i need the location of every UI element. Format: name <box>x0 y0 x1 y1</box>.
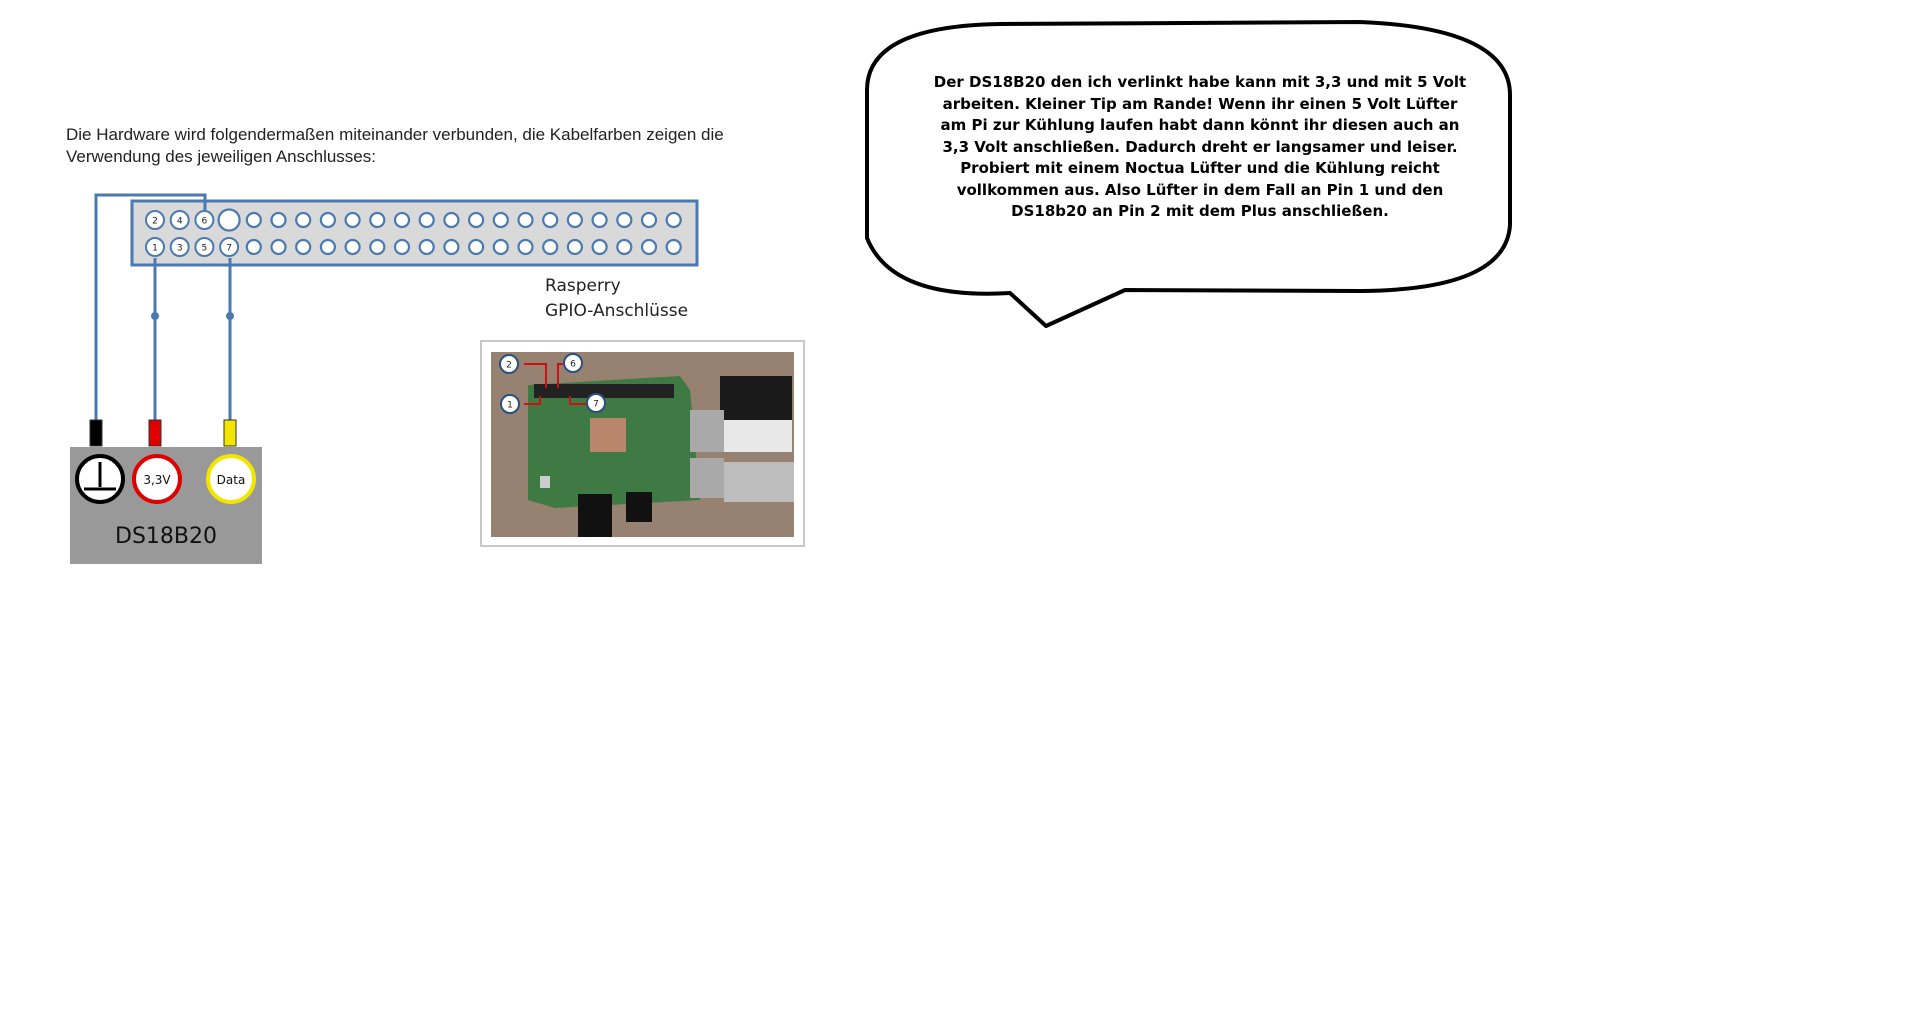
gpio-pin <box>517 211 534 229</box>
gpio-pin <box>542 211 559 229</box>
canvas: Die Hardware wird folgendermaßen miteina… <box>0 0 1920 1032</box>
gpio-pin <box>245 211 262 229</box>
gpio-pin <box>418 238 435 256</box>
gpio-pin <box>393 211 411 229</box>
sensor-name: DS18B20 <box>115 524 217 549</box>
gpio-pin <box>542 238 559 256</box>
gpio-pin <box>640 211 658 229</box>
gpio-pin <box>616 211 633 229</box>
gpio-pin <box>591 238 608 256</box>
gpio-pin-label: 2 <box>152 217 158 227</box>
gpio-pin <box>492 238 509 256</box>
gpio-pin <box>319 211 336 229</box>
gpio-pin <box>369 211 386 229</box>
gpio-pin <box>270 211 287 229</box>
gpio-pin <box>640 238 658 256</box>
gpio-pin <box>517 238 534 256</box>
gpio-pin <box>468 211 485 229</box>
photo-pin-label: 6 <box>570 360 576 370</box>
gpio-pin <box>566 238 584 256</box>
gpio-pin <box>468 238 485 256</box>
gpio-pin <box>566 211 584 229</box>
vcc-wire-joint <box>151 312 159 320</box>
gpio-pin-label: 3 <box>177 244 183 254</box>
photo-pin-label: 7 <box>593 400 599 410</box>
data-terminal-label: Data <box>217 473 246 487</box>
gpio-pin <box>369 238 386 256</box>
gpio-header <box>130 199 699 267</box>
vcc-connector <box>148 419 162 447</box>
gpio-pin <box>443 211 460 229</box>
gpio-pin <box>295 211 312 229</box>
gpio-pin <box>344 211 361 229</box>
gpio-pin <box>665 238 682 256</box>
photo-pin-label: 1 <box>507 401 513 411</box>
data-connector <box>223 419 237 447</box>
gpio-pin <box>443 238 460 256</box>
rpi-label-line2: GPIO-Anschlüsse <box>545 301 689 321</box>
ground-connector <box>89 419 103 447</box>
gpio-pin-label: 5 <box>202 244 208 254</box>
gpio-pin <box>319 238 336 256</box>
vcc-terminal-label: 3,3V <box>143 473 171 487</box>
gpio-pin <box>344 238 361 256</box>
gpio-pin <box>665 211 682 229</box>
gpio-pin-label: 4 <box>177 217 183 227</box>
gpio-pin <box>492 211 509 229</box>
gpio-pin <box>270 238 287 256</box>
photo-pin-label: 2 <box>506 361 512 371</box>
gpio-pin <box>295 238 312 256</box>
rpi-label-line1: Rasperry <box>545 276 621 296</box>
data-wire-joint <box>226 312 234 320</box>
gpio-pin <box>418 211 435 229</box>
gpio-pin <box>245 238 262 256</box>
gpio-pin <box>591 211 608 229</box>
gpio-pin <box>616 238 633 256</box>
speech-bubble-text: Der DS18B20 den ich verlinkt habe kann m… <box>933 73 1467 220</box>
gpio-pin-label: 1 <box>152 244 158 254</box>
gpio-pin <box>217 208 241 232</box>
gpio-pin-label: 6 <box>202 217 208 227</box>
rpi-photo <box>491 352 794 537</box>
gpio-pin-label: 7 <box>226 244 232 254</box>
gpio-pin <box>393 238 411 256</box>
